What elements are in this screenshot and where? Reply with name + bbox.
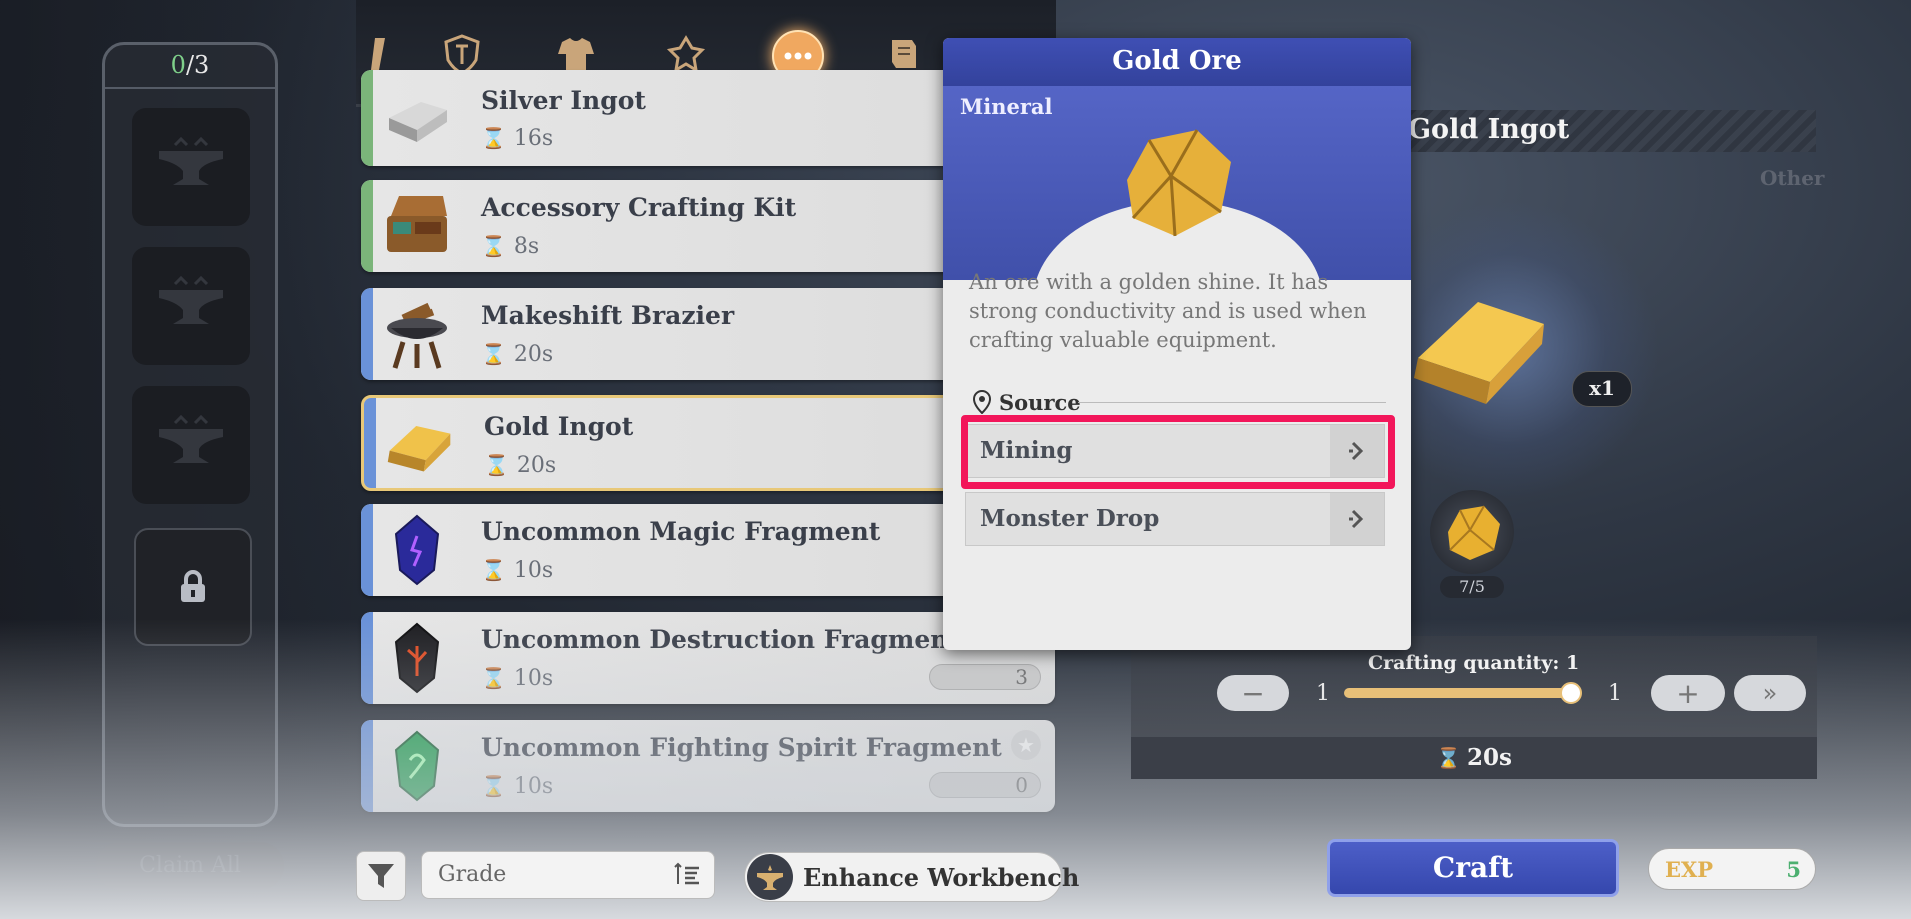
grade-sort-select[interactable]: Grade bbox=[421, 851, 715, 899]
decrease-quantity-button[interactable]: − bbox=[1217, 675, 1289, 711]
fighting-spirit-fragment-icon bbox=[381, 730, 453, 802]
quantity-slider[interactable] bbox=[1344, 688, 1580, 698]
recipe-time: ⌛ 8s bbox=[481, 234, 540, 259]
workbench-icon bbox=[747, 854, 793, 900]
crafting-queue-panel: 0/3 bbox=[102, 42, 278, 827]
recipe-time: ⌛ 20s bbox=[481, 342, 554, 367]
recipe-name: Uncommon Destruction Fragment bbox=[481, 625, 960, 654]
gold-ingot-icon bbox=[384, 408, 456, 480]
quantity-min: 1 bbox=[1316, 681, 1330, 706]
source-monster-drop-button[interactable]: Monster Drop bbox=[965, 492, 1385, 546]
recipe-name: Uncommon Magic Fragment bbox=[481, 517, 881, 546]
gold-ore-large-icon bbox=[1127, 129, 1231, 237]
detail-title: Gold Ingot bbox=[1408, 114, 1570, 145]
queue-counter: 0/3 bbox=[105, 45, 275, 89]
silver-ingot-icon bbox=[381, 84, 453, 156]
hourglass-icon: ⌛ bbox=[481, 234, 506, 258]
grade-strip bbox=[361, 288, 373, 380]
recipe-name: Gold Ingot bbox=[484, 412, 634, 441]
popup-title: Gold Ore bbox=[943, 38, 1411, 86]
hourglass-icon: ⌛ bbox=[484, 453, 509, 477]
exp-value: 5 bbox=[1786, 857, 1801, 882]
anvil-icon bbox=[159, 137, 223, 185]
brazier-icon bbox=[381, 298, 453, 370]
filter-icon bbox=[368, 864, 394, 888]
hourglass-icon: ⌛ bbox=[1436, 746, 1461, 770]
output-quantity-badge: x1 bbox=[1572, 371, 1632, 407]
grade-strip bbox=[361, 70, 373, 166]
recipe-time: ⌛ 10s bbox=[481, 558, 554, 583]
increase-quantity-button[interactable]: + bbox=[1651, 675, 1725, 711]
recipe-time: ⌛ 20s bbox=[484, 453, 557, 478]
claim-all-button[interactable]: Claim All bbox=[96, 842, 284, 890]
sort-icon bbox=[674, 862, 699, 885]
gold-ore-icon bbox=[1448, 505, 1500, 560]
queue-slot-locked[interactable] bbox=[134, 528, 252, 646]
highlight-box bbox=[961, 415, 1395, 489]
recipe-time: ⌛ 10s bbox=[481, 666, 554, 691]
grade-strip bbox=[361, 720, 373, 812]
source-label: Monster Drop bbox=[980, 505, 1160, 532]
item-info-popup: Gold Ore Mineral An ore with a golden sh… bbox=[943, 38, 1411, 650]
filter-button[interactable] bbox=[356, 851, 406, 901]
source-heading: Source bbox=[999, 390, 1081, 415]
exp-label: EXP bbox=[1665, 857, 1714, 882]
hourglass-icon: ⌛ bbox=[481, 774, 506, 798]
arrow-right-icon bbox=[1330, 493, 1384, 545]
recipe-time: ⌛ 10s bbox=[481, 774, 554, 799]
anvil-icon bbox=[159, 415, 223, 463]
hourglass-icon: ⌛ bbox=[481, 126, 506, 150]
exp-badge: EXP 5 bbox=[1648, 848, 1816, 890]
owned-count: 3 bbox=[929, 664, 1041, 690]
hourglass-icon: ⌛ bbox=[481, 558, 506, 582]
queue-slot-1[interactable] bbox=[132, 108, 250, 226]
magic-fragment-icon bbox=[381, 514, 453, 586]
recipe-name: Makeshift Brazier bbox=[481, 301, 735, 330]
grade-strip bbox=[364, 398, 376, 488]
craft-button[interactable]: Craft bbox=[1327, 839, 1619, 897]
recipe-name: Uncommon Fighting Spirit Fragment bbox=[481, 733, 1002, 762]
detail-category: Other bbox=[1760, 166, 1825, 190]
grade-label: Grade bbox=[438, 862, 507, 887]
anvil-icon bbox=[159, 276, 223, 324]
more-icon bbox=[784, 52, 812, 60]
material-count: 7/5 bbox=[1440, 576, 1504, 598]
crafting-kit-icon bbox=[381, 190, 453, 262]
quantity-slider-handle[interactable] bbox=[1560, 682, 1582, 704]
queue-slot-2[interactable] bbox=[132, 247, 250, 365]
source-divider bbox=[1078, 402, 1386, 403]
owned-count: 0 bbox=[929, 772, 1041, 798]
recipe-item-uncommon-fighting-spirit-fragment[interactable]: Uncommon Fighting Spirit Fragment ⌛ 10s ★… bbox=[361, 720, 1055, 812]
gold-ingot-large-icon bbox=[1414, 302, 1544, 404]
enhance-workbench-label: Enhance Workbench bbox=[803, 863, 1080, 892]
popup-description: An ore with a golden shine. It has stron… bbox=[969, 270, 1367, 352]
destruction-fragment-icon bbox=[381, 622, 453, 694]
craft-time: ⌛ 20s bbox=[1131, 737, 1817, 779]
location-pin-icon bbox=[973, 390, 991, 414]
grade-strip bbox=[361, 612, 373, 704]
recipe-name: Silver Ingot bbox=[481, 86, 646, 115]
hourglass-icon: ⌛ bbox=[481, 666, 506, 690]
crafting-quantity-label: Crafting quantity: 1 bbox=[1368, 652, 1580, 674]
max-quantity-button[interactable]: » bbox=[1734, 675, 1806, 711]
grade-strip bbox=[361, 504, 373, 596]
lock-icon bbox=[181, 570, 205, 602]
hourglass-icon: ⌛ bbox=[481, 342, 506, 366]
recipe-name: Accessory Crafting Kit bbox=[481, 193, 797, 222]
recipe-time: ⌛ 16s bbox=[481, 126, 554, 151]
material-gold-ore-slot[interactable] bbox=[1430, 490, 1514, 574]
popup-category: Mineral bbox=[960, 94, 1053, 119]
queue-slot-3[interactable] bbox=[132, 386, 250, 504]
grade-strip bbox=[361, 180, 373, 272]
enhance-workbench-button[interactable]: Enhance Workbench bbox=[744, 852, 1079, 902]
partial-tool-icon bbox=[371, 38, 385, 70]
quantity-max: 1 bbox=[1608, 681, 1622, 706]
detail-title-bar: Gold Ingot bbox=[1400, 110, 1816, 152]
favorite-star-icon[interactable]: ★ bbox=[1011, 730, 1041, 760]
